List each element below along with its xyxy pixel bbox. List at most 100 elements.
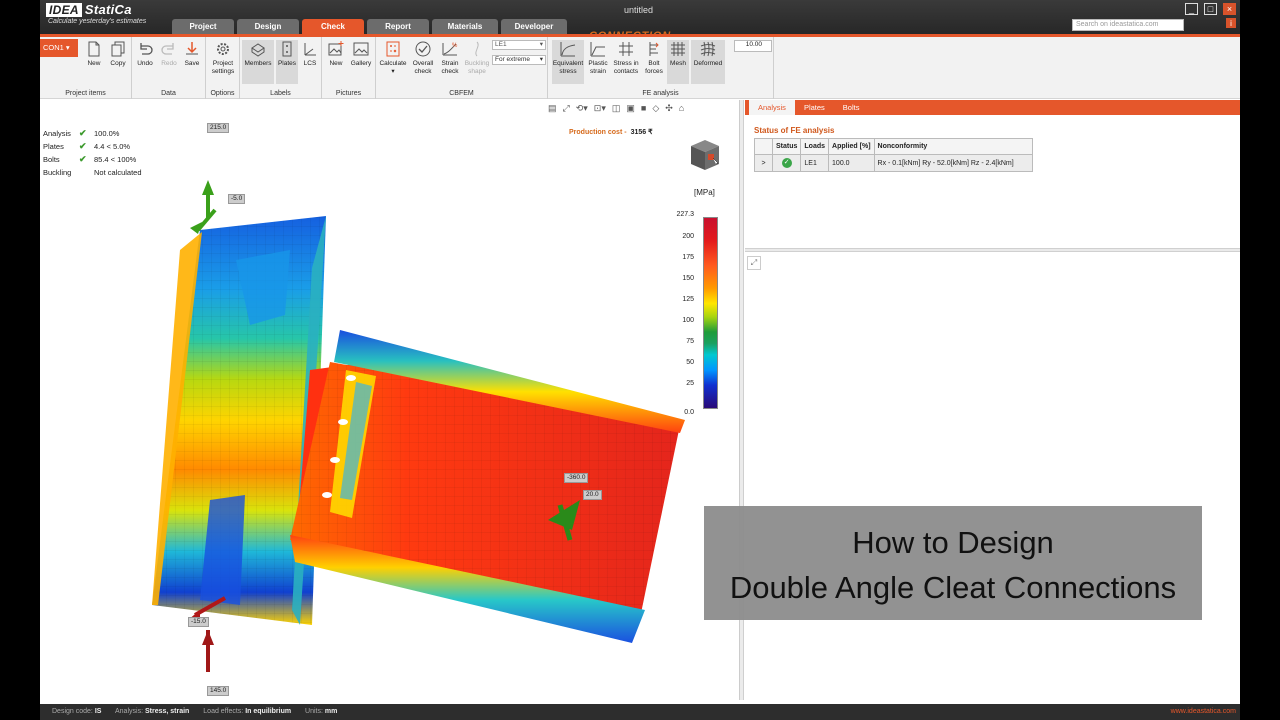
maximize-button[interactable]: □ bbox=[1204, 3, 1217, 15]
stress-color-scale bbox=[703, 217, 718, 409]
buckling-icon bbox=[475, 41, 479, 57]
group-label: Labels bbox=[270, 90, 291, 97]
expand-row-icon[interactable]: > bbox=[754, 154, 773, 172]
result-row: Bolts ✔ 85.4 < 100% bbox=[43, 154, 137, 164]
calculate-button[interactable]: Calculate ▾ bbox=[378, 40, 408, 76]
stress-contacts-toggle[interactable]: Stress in contacts bbox=[611, 40, 641, 76]
close-button[interactable]: × bbox=[1223, 3, 1236, 15]
tab-analysis[interactable]: Analysis bbox=[749, 100, 795, 115]
app-tagline: Calculate yesterday's estimates bbox=[48, 18, 147, 25]
home-icon[interactable]: ⌂ bbox=[679, 103, 684, 114]
tab-project[interactable]: Project bbox=[172, 19, 234, 34]
legend-value: 25 bbox=[686, 380, 694, 387]
fit-icon[interactable]: ▤ bbox=[548, 103, 557, 114]
deformed-mesh-icon bbox=[700, 41, 716, 57]
tab-developer[interactable]: Developer bbox=[501, 19, 567, 34]
gallery-icon bbox=[353, 42, 369, 56]
column-header: Nonconformity bbox=[873, 138, 1033, 155]
redo-button[interactable]: Redo bbox=[158, 40, 180, 68]
nonconformity-cell: Rx - 0.1[kNm] Ry - 52.0[kNm] Rz - 2.4[kN… bbox=[873, 154, 1033, 172]
info-button[interactable]: i bbox=[1226, 18, 1236, 28]
bolt-forces-toggle[interactable]: Bolt forces bbox=[643, 40, 665, 76]
main-tabs: Project Design Check Report Materials De… bbox=[172, 19, 567, 34]
copy-button[interactable]: Copy bbox=[108, 40, 128, 68]
redo-icon bbox=[161, 43, 174, 55]
group-label: Data bbox=[161, 90, 176, 97]
overall-check-button[interactable]: Overall check bbox=[410, 40, 436, 76]
axes-icon bbox=[304, 43, 316, 56]
legend-unit: [MPa] bbox=[694, 188, 715, 197]
tab-check[interactable]: Check bbox=[302, 19, 364, 34]
force-label: -5.0 bbox=[228, 194, 246, 204]
plate-icon bbox=[282, 41, 292, 57]
column-header: Applied [%] bbox=[828, 138, 875, 155]
group-label: CBFEM bbox=[449, 90, 474, 97]
equivalent-stress-toggle[interactable]: Equivalent stress bbox=[552, 40, 584, 84]
view-angle-icon[interactable]: ◇ bbox=[652, 103, 659, 114]
view-toolbar: ▤ ⤢ ⟲▾ ⊡▾ ◫ ▣ ■ ◇ ✣ ⌂ bbox=[548, 103, 684, 114]
save-button[interactable]: Save bbox=[182, 40, 202, 68]
group-label: FE analysis bbox=[642, 90, 679, 97]
zoom-extents-icon[interactable]: ⤢ bbox=[563, 103, 570, 114]
new-picture-button[interactable]: New bbox=[325, 40, 347, 68]
group-labels: Members Plates LCS Labels bbox=[240, 37, 322, 99]
new-item-button[interactable]: New bbox=[84, 40, 104, 68]
panel-divider[interactable] bbox=[745, 248, 1240, 252]
tab-materials[interactable]: Materials bbox=[432, 19, 498, 34]
fe-status-table: Status Loads Applied [%] Nonconformity >… bbox=[754, 138, 1033, 172]
members-label-toggle[interactable]: Members bbox=[242, 40, 274, 84]
plastic-strain-toggle[interactable]: Plastic strain bbox=[586, 40, 610, 76]
group-pictures: New Gallery Pictures bbox=[322, 37, 376, 99]
search-input[interactable]: Search on ideastatica.com bbox=[1072, 19, 1184, 31]
group-options: Project settings Options bbox=[206, 37, 240, 99]
check-icon: ✔ bbox=[79, 128, 87, 138]
connection-dropdown[interactable]: CON1 ▾ bbox=[40, 39, 78, 57]
tab-plates[interactable]: Plates bbox=[795, 100, 834, 115]
plates-label-toggle[interactable]: Plates bbox=[276, 40, 298, 84]
shaded-icon[interactable]: ▣ bbox=[626, 103, 635, 114]
load-effect-select[interactable]: LE1 ▾ bbox=[492, 40, 546, 50]
result-row: Analysis ✔ 100.0% bbox=[43, 128, 120, 138]
lcs-toggle[interactable]: LCS bbox=[300, 40, 320, 68]
wireframe-icon[interactable]: ◫ bbox=[612, 103, 621, 114]
undo-button[interactable]: Undo bbox=[134, 40, 156, 68]
tab-report[interactable]: Report bbox=[367, 19, 429, 34]
tab-bolts[interactable]: Bolts bbox=[834, 100, 869, 115]
solid-icon[interactable]: ■ bbox=[641, 103, 646, 114]
window-title: untitled bbox=[624, 5, 654, 15]
force-label: -15.0 bbox=[188, 617, 209, 627]
table-row[interactable]: > ✓ LE1 100.0 Rx - 0.1[kNm] Ry - 52.0[kN… bbox=[754, 154, 1033, 172]
3d-viewport[interactable]: Analysis ✔ 100.0% Plates ✔ 4.4 < 5.0% Bolts ✔… bbox=[40, 100, 740, 700]
deformation-scale-input[interactable]: 10.00 bbox=[734, 40, 772, 52]
result-row: Buckling Not calculated bbox=[43, 168, 142, 177]
svg-text:%: % bbox=[452, 43, 458, 49]
mesh-toggle[interactable]: Mesh bbox=[667, 40, 689, 84]
axes-view-icon[interactable]: ✣ bbox=[665, 103, 673, 114]
strain-check-button[interactable]: % Strain check bbox=[437, 40, 463, 76]
gallery-button[interactable]: Gallery bbox=[349, 40, 373, 68]
project-settings-button[interactable]: Project settings bbox=[208, 40, 238, 76]
website-link[interactable]: www.ideastatica.com bbox=[1171, 704, 1236, 720]
extreme-select[interactable]: For extreme ▾ bbox=[492, 55, 546, 65]
force-label: 215.0 bbox=[207, 123, 230, 133]
crop-icon[interactable]: ⊡▾ bbox=[594, 103, 606, 114]
results-tabs: Analysis Plates Bolts bbox=[745, 100, 1240, 115]
strain-icon: % bbox=[442, 43, 458, 56]
rotate-icon[interactable]: ⟲▾ bbox=[576, 103, 588, 114]
legend-value: 0.0 bbox=[684, 409, 694, 416]
deformed-toggle[interactable]: Deformed bbox=[691, 40, 725, 84]
group-label: Project items bbox=[65, 90, 106, 97]
expand-icon[interactable]: ⤢ bbox=[747, 256, 761, 270]
plastic-curve-icon bbox=[590, 42, 605, 57]
legend-value: 150 bbox=[682, 275, 694, 282]
buckling-shape-button[interactable]: Buckling shape bbox=[464, 40, 490, 76]
tab-design[interactable]: Design bbox=[237, 19, 299, 34]
production-cost: Production cost -3156 ₹ bbox=[569, 129, 653, 136]
legend-value: 75 bbox=[686, 338, 694, 345]
group-data: Undo Redo Save Data bbox=[132, 37, 206, 99]
minimize-button[interactable]: _ bbox=[1185, 3, 1198, 15]
group-cbfem: Calculate ▾ Overall check % Strain check … bbox=[376, 37, 548, 99]
view-cube[interactable] bbox=[683, 132, 727, 176]
calculator-icon bbox=[386, 41, 400, 57]
members-icon bbox=[251, 43, 265, 57]
